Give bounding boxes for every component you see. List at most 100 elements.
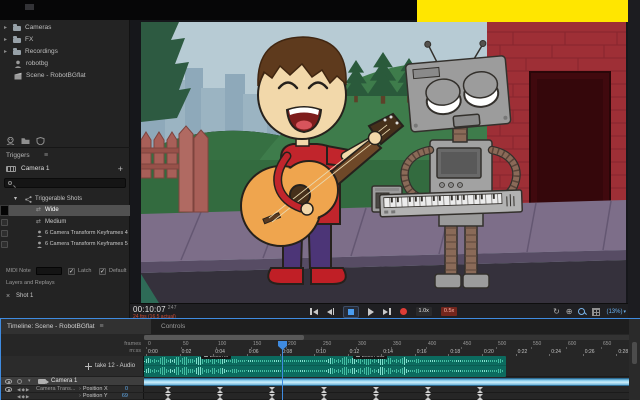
- record-button[interactable]: [400, 308, 407, 315]
- refresh-icon[interactable]: ↻: [553, 308, 560, 316]
- panel-menu-icon[interactable]: ≡: [100, 323, 104, 330]
- trigger-item-label: 6 Camera Transform Keyframes 5: [45, 239, 128, 250]
- trigger-item-keyframes-5[interactable]: 6 Camera Transform Keyframes 5: [0, 239, 130, 250]
- project-item-robotbg[interactable]: robotbg: [0, 58, 130, 70]
- trigger-group-row[interactable]: Triggerable Shots: [0, 194, 130, 205]
- keyframe-marker[interactable]: [477, 394, 483, 400]
- position-x-value[interactable]: 0: [125, 386, 128, 393]
- timeline-ruler[interactable]: 0501001502002503003504004505005506006507…: [144, 341, 629, 356]
- folder-filter-icon[interactable]: [21, 137, 30, 145]
- playback-speed[interactable]: 1.0x: [416, 307, 432, 316]
- keyframe-marker[interactable]: [477, 387, 483, 393]
- project-item-label: Cameras: [25, 22, 51, 34]
- tab-controls[interactable]: Controls: [161, 319, 185, 334]
- midi-note-input[interactable]: [36, 267, 62, 275]
- timeline-hscrollbar[interactable]: [144, 335, 629, 340]
- chevron-down-icon[interactable]: [14, 194, 17, 205]
- property-label: Position Y: [79, 393, 108, 400]
- project-item-cameras[interactable]: Cameras: [0, 22, 130, 34]
- chevron-right-icon[interactable]: [4, 46, 7, 58]
- keyframe-nav-icons[interactable]: [17, 386, 30, 393]
- badge-filter-icon[interactable]: [36, 137, 45, 145]
- trigger-key-box[interactable]: [1, 230, 8, 237]
- trigger-group-label: Triggerable Shots: [35, 194, 82, 205]
- marker-zoom-out[interactable]: Zoom Out: [353, 356, 387, 359]
- position-x-content[interactable]: [144, 386, 629, 393]
- live-speed[interactable]: 0.5x: [441, 307, 457, 316]
- keyframe-marker[interactable]: [321, 394, 327, 400]
- next-frame-button[interactable]: [383, 307, 391, 317]
- position-y-value[interactable]: 69: [122, 393, 128, 400]
- keyframe-marker[interactable]: [425, 394, 431, 400]
- add-trigger-button[interactable]: +: [118, 163, 123, 175]
- keyframe-marker[interactable]: [425, 387, 431, 393]
- keyframe-nav-icons[interactable]: [17, 393, 30, 400]
- remove-icon[interactable]: [6, 291, 10, 302]
- chevron-down-icon[interactable]: [28, 378, 31, 384]
- audio-track-header[interactable]: take 12 - Audio: [1, 356, 144, 377]
- scene-canvas[interactable]: [141, 22, 626, 303]
- position-x-header[interactable]: Camera Trans... Position X 0: [1, 386, 144, 393]
- track-headers: take 12 - Audio Camera 1 Camera Trans...…: [1, 356, 144, 400]
- panel-menu-icon[interactable]: ≡: [44, 152, 48, 159]
- keyframe-marker[interactable]: [373, 387, 379, 393]
- trigger-swatch[interactable]: [0, 205, 9, 216]
- keyframe-marker[interactable]: [321, 387, 327, 393]
- keyframe-marker[interactable]: [373, 394, 379, 400]
- camera-track-header[interactable]: Camera 1: [1, 377, 144, 386]
- timeline-tab-bar: Timeline: Scene - RobotBGflat≡ Controls: [1, 319, 639, 334]
- chevron-right-icon[interactable]: [4, 22, 7, 34]
- tab-timeline[interactable]: Timeline: Scene - RobotBGflat≡: [1, 319, 151, 334]
- keyframes-behavior-icon: [36, 241, 43, 248]
- trigger-key-box[interactable]: [1, 219, 8, 226]
- puppet-filter-icon[interactable]: [6, 137, 15, 145]
- folder-icon: [13, 50, 21, 55]
- go-to-start-button[interactable]: [310, 307, 318, 317]
- timeline-vscrollbar[interactable]: [632, 342, 637, 364]
- trigger-target-label: Camera 1: [21, 163, 50, 175]
- position-y-header[interactable]: Position Y 69: [1, 393, 144, 400]
- property-label: Position X: [79, 386, 108, 393]
- eye-icon[interactable]: [5, 387, 12, 392]
- keyframe-marker[interactable]: [217, 387, 223, 393]
- keyframe-marker[interactable]: [217, 394, 223, 400]
- timecode-frame: 247: [168, 305, 177, 311]
- trigger-item-wide[interactable]: Wide: [0, 205, 130, 216]
- transport-bar: 00:10:07247 24 fps (16.5 actual) 1.0x 0.…: [130, 303, 640, 318]
- keyframe-marker[interactable]: [165, 394, 171, 400]
- playhead-line[interactable]: [282, 348, 283, 400]
- zoom-tool-icon[interactable]: [578, 308, 586, 316]
- zoom-level-dropdown[interactable]: (13%): [606, 309, 626, 315]
- trigger-item-medium[interactable]: Medium: [0, 217, 130, 228]
- solo-icon[interactable]: [17, 379, 22, 384]
- keyframe-marker[interactable]: [165, 387, 171, 393]
- marker-zoom-in[interactable]: Zoom In: [201, 356, 231, 359]
- play-button[interactable]: [368, 307, 374, 317]
- default-checkbox[interactable]: [99, 268, 106, 275]
- trigger-item-keyframes-4[interactable]: 6 Camera Transform Keyframes 4: [0, 228, 130, 239]
- project-item-scene[interactable]: Scene - RobotBGflat: [0, 70, 130, 82]
- project-item-label: Scene - RobotBGflat: [26, 70, 86, 82]
- yellow-overlay-sticker: [417, 0, 628, 22]
- keyframe-marker[interactable]: [269, 387, 275, 393]
- previous-frame-button[interactable]: [327, 307, 335, 317]
- eye-icon[interactable]: [5, 379, 12, 384]
- swap-shot-icon: [36, 205, 41, 216]
- project-item-recordings[interactable]: Recordings: [0, 46, 130, 58]
- center-view-icon[interactable]: ⊕: [566, 308, 573, 316]
- chevron-right-icon[interactable]: [4, 34, 7, 46]
- keyframe-marker[interactable]: [269, 394, 275, 400]
- shots-group-icon: [25, 196, 32, 203]
- trigger-key-box[interactable]: [1, 241, 8, 248]
- project-item-fx[interactable]: FX: [0, 34, 130, 46]
- latch-checkbox[interactable]: [68, 268, 75, 275]
- camera-clip-bar[interactable]: [144, 378, 629, 386]
- position-y-content[interactable]: [144, 393, 629, 400]
- timeline-tracks: Zoom In Zoom Out: [144, 356, 629, 400]
- grid-icon[interactable]: [592, 308, 600, 316]
- audio-clip[interactable]: [144, 356, 506, 377]
- trigger-search-input[interactable]: [4, 178, 126, 188]
- hscrollbar-thumb[interactable]: [144, 335, 304, 340]
- shot-row[interactable]: Shot 1: [0, 291, 130, 302]
- stop-button[interactable]: [343, 306, 359, 318]
